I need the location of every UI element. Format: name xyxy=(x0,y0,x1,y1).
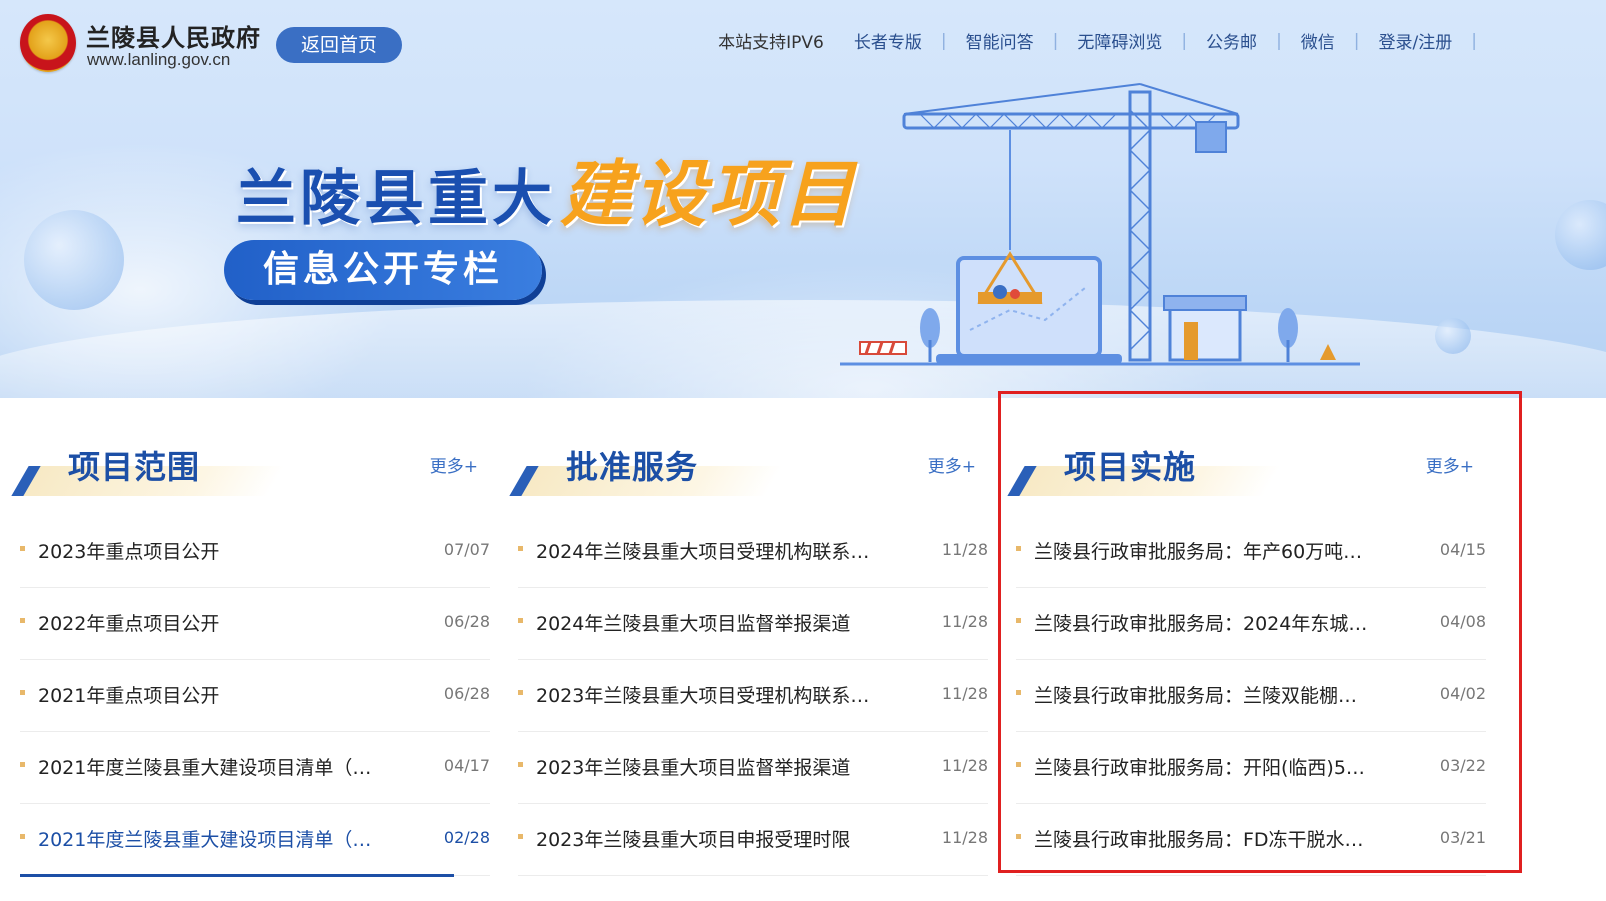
bullet-icon xyxy=(518,618,523,623)
nav-accessibility[interactable]: 无障碍浏览 xyxy=(1077,28,1162,53)
list-item[interactable]: 2023年兰陵县重大项目受理机构联系… 11/28 xyxy=(518,660,988,732)
list-item-title[interactable]: 2021年重点项目公开 xyxy=(38,681,398,708)
nav-separator: | xyxy=(1471,30,1477,51)
active-underline xyxy=(20,874,454,877)
decorative-bubble xyxy=(1435,318,1471,354)
list-item-active[interactable]: 2021年度兰陵县重大建设项目清单（… 02/28 xyxy=(20,804,490,877)
column-title: 项目范围 xyxy=(68,448,201,486)
site-title[interactable]: 兰陵县人民政府 xyxy=(86,18,261,53)
list-item-date: 06/28 xyxy=(443,612,490,631)
list-item[interactable]: 2022年重点项目公开 06/28 xyxy=(20,588,490,660)
tower-crane-illustration xyxy=(840,83,1360,366)
bullet-icon xyxy=(518,762,523,767)
list-item-date: 07/07 xyxy=(443,540,490,559)
nav-wechat[interactable]: 微信 xyxy=(1301,28,1335,53)
list-item-title[interactable]: 2022年重点项目公开 xyxy=(38,609,398,636)
list-item-title[interactable]: 2023年重点项目公开 xyxy=(38,537,398,564)
nav-official-mail[interactable]: 公务邮 xyxy=(1206,28,1257,53)
list-item-title[interactable]: 2023年兰陵县重大项目申报受理时限 xyxy=(536,825,896,852)
column-approval-service: 批准服务 更多+ 2024年兰陵县重大项目受理机构联系… 11/28 2024年… xyxy=(509,420,988,876)
column-header: 批准服务 更多+ xyxy=(509,420,988,500)
list-item[interactable]: 2023年兰陵县重大项目监督举报渠道 11/28 xyxy=(518,732,988,804)
article-list: 2024年兰陵县重大项目受理机构联系… 11/28 2024年兰陵县重大项目监督… xyxy=(518,516,988,876)
list-item-date: 06/28 xyxy=(443,684,490,703)
hero-subtitle: 信息公开专栏 xyxy=(224,240,542,300)
nav-separator: | xyxy=(1276,30,1282,51)
list-item-title[interactable]: 2021年度兰陵县重大建设项目清单（… xyxy=(38,753,398,780)
more-link[interactable]: 更多+ xyxy=(928,452,976,477)
list-item-title[interactable]: 2024年兰陵县重大项目监督举报渠道 xyxy=(536,609,896,636)
column-header: 项目范围 更多+ xyxy=(11,420,490,500)
home-button[interactable]: 返回首页 xyxy=(276,27,402,63)
bullet-icon xyxy=(20,690,25,695)
bullet-icon xyxy=(20,546,25,551)
hero-title-accent: 建设项目 xyxy=(560,152,857,236)
list-item[interactable]: 2023年重点项目公开 07/07 xyxy=(20,516,490,588)
nav-separator: | xyxy=(1052,30,1059,51)
nav-smart-qa[interactable]: 智能问答 xyxy=(966,28,1034,53)
national-emblem-icon[interactable] xyxy=(20,14,76,72)
list-item[interactable]: 2024年兰陵县重大项目监督举报渠道 11/28 xyxy=(518,588,988,660)
list-item-date: 11/28 xyxy=(941,540,988,559)
list-item-title[interactable]: 2023年兰陵县重大项目监督举报渠道 xyxy=(536,753,896,780)
list-item-date: 02/28 xyxy=(443,828,490,847)
list-item-date: 11/28 xyxy=(941,612,988,631)
top-navigation: 本站支持IPV6 长者专版 | 智能问答 | 无障碍浏览 | 公务邮 | 微信 … xyxy=(718,28,1496,54)
list-item-title[interactable]: 2024年兰陵县重大项目受理机构联系… xyxy=(536,537,896,564)
decorative-bubble xyxy=(1555,200,1606,270)
list-item[interactable]: 2021年重点项目公开 06/28 xyxy=(20,660,490,732)
bullet-icon xyxy=(518,546,523,551)
list-item[interactable]: 2023年兰陵县重大项目申报受理时限 11/28 xyxy=(518,804,988,876)
hero-banner: 兰陵县人民政府 www.lanling.gov.cn 返回首页 本站支持IPV6… xyxy=(0,0,1606,398)
column-title: 批准服务 xyxy=(566,448,699,486)
nav-separator: | xyxy=(940,30,947,51)
ipv6-notice: 本站支持IPV6 xyxy=(718,33,824,53)
site-url[interactable]: www.lanling.gov.cn xyxy=(87,50,230,70)
bullet-icon xyxy=(518,834,523,839)
bullet-icon xyxy=(20,762,25,767)
bullet-icon xyxy=(518,690,523,695)
decorative-bubble xyxy=(24,210,124,310)
bullet-icon xyxy=(20,834,25,839)
column-project-scope: 项目范围 更多+ 2023年重点项目公开 07/07 2022年重点项目公开 0… xyxy=(11,420,490,877)
nav-elderly-version[interactable]: 长者专版 xyxy=(854,28,922,53)
list-item-title[interactable]: 2023年兰陵县重大项目受理机构联系… xyxy=(536,681,896,708)
list-item-date: 11/28 xyxy=(941,828,988,847)
article-list: 2023年重点项目公开 07/07 2022年重点项目公开 06/28 2021… xyxy=(20,516,490,877)
highlight-box xyxy=(998,391,1522,873)
hero-title: 兰陵县重大 xyxy=(236,164,556,234)
nav-separator: | xyxy=(1181,30,1188,51)
nav-login-register[interactable]: 登录/注册 xyxy=(1379,28,1453,53)
list-item-date: 11/28 xyxy=(941,684,988,703)
list-item-title[interactable]: 2021年度兰陵县重大建设项目清单（… xyxy=(38,825,398,852)
bullet-icon xyxy=(20,618,25,623)
more-link[interactable]: 更多+ xyxy=(430,452,478,477)
nav-separator: | xyxy=(1353,30,1360,51)
list-item[interactable]: 2021年度兰陵县重大建设项目清单（… 04/17 xyxy=(20,732,490,804)
list-item[interactable]: 2024年兰陵县重大项目受理机构联系… 11/28 xyxy=(518,516,988,588)
list-item-date: 04/17 xyxy=(443,756,490,775)
list-item-date: 11/28 xyxy=(941,756,988,775)
